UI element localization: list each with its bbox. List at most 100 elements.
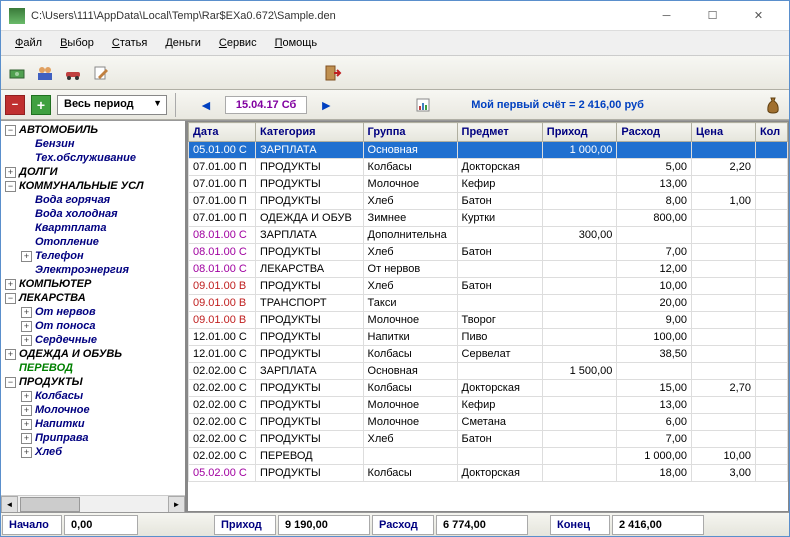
menu-деньги[interactable]: Деньги xyxy=(157,35,209,51)
tree-item[interactable]: +ОДЕЖДА И ОБУВЬ xyxy=(3,347,183,361)
table-row[interactable]: 09.01.00 ВПРОДУКТЫХлебБатон10,00 xyxy=(189,278,788,295)
cell-group: Основная xyxy=(363,363,457,380)
table-row[interactable]: 02.02.00 СЗАРПЛАТАОсновная1 500,00 xyxy=(189,363,788,380)
tree-item[interactable]: Вода горячая xyxy=(3,193,183,207)
table-row[interactable]: 09.01.00 ВПРОДУКТЫМолочноеТворог9,00 xyxy=(189,312,788,329)
table-row[interactable]: 02.02.00 СПРОДУКТЫМолочноеКефир13,00 xyxy=(189,397,788,414)
tree-expand-icon[interactable]: + xyxy=(21,307,32,318)
tree-expand-icon[interactable]: + xyxy=(21,321,32,332)
table-row[interactable]: 08.01.00 СПРОДУКТЫХлебБатон7,00 xyxy=(189,244,788,261)
table-row[interactable]: 09.01.00 ВТРАНСПОРТТакси20,00 xyxy=(189,295,788,312)
tree-expand-icon[interactable]: + xyxy=(21,447,32,458)
scroll-left-button[interactable]: ◄ xyxy=(1,496,18,513)
tree-expand-icon[interactable]: + xyxy=(21,433,32,444)
minimize-button[interactable]: ─ xyxy=(644,4,689,28)
column-header[interactable]: Расход xyxy=(617,123,692,142)
column-header[interactable]: Цена xyxy=(692,123,756,142)
tree-item[interactable]: +Колбасы xyxy=(3,389,183,403)
tree-expand-icon[interactable]: + xyxy=(5,349,16,360)
maximize-button[interactable]: ☐ xyxy=(690,4,735,28)
tree-item[interactable]: −АВТОМОБИЛЬ xyxy=(3,123,183,137)
menu-файл[interactable]: Файл xyxy=(7,35,50,51)
tree-item[interactable]: +Сердечные xyxy=(3,333,183,347)
transactions-grid[interactable]: ДатаКатегорияГруппаПредметПриходРасходЦе… xyxy=(187,121,789,512)
table-row[interactable]: 07.01.00 ПОДЕЖДА И ОБУВЗимнееКуртки800,0… xyxy=(189,210,788,227)
tree-item[interactable]: ПЕРЕВОД xyxy=(3,361,183,375)
cell-price xyxy=(692,346,756,363)
menu-выбор[interactable]: Выбор xyxy=(52,35,102,51)
tree-item[interactable]: Отопление xyxy=(3,235,183,249)
column-header[interactable]: Кол xyxy=(755,123,787,142)
column-header[interactable]: Предмет xyxy=(457,123,542,142)
tree-item[interactable]: Квартплата xyxy=(3,221,183,235)
tree-item[interactable]: +Молочное xyxy=(3,403,183,417)
tree-expand-icon[interactable]: + xyxy=(21,419,32,430)
next-date-button[interactable]: ► xyxy=(313,97,339,113)
money-icon[interactable] xyxy=(5,61,29,85)
add-button[interactable]: + xyxy=(31,95,51,115)
tree-expand-icon[interactable]: − xyxy=(5,181,16,192)
column-header[interactable]: Приход xyxy=(542,123,617,142)
column-header[interactable]: Дата xyxy=(189,123,256,142)
menu-сервис[interactable]: Сервис xyxy=(211,35,265,51)
tree-item[interactable]: Электроэнергия xyxy=(3,263,183,277)
sidebar-scrollbar[interactable]: ◄ ► xyxy=(1,495,185,512)
tree-item[interactable]: +От нервов xyxy=(3,305,183,319)
close-button[interactable]: ✕ xyxy=(736,4,781,28)
menu-статья[interactable]: Статья xyxy=(104,35,155,51)
table-row[interactable]: 08.01.00 СЗАРПЛАТАДополнительна300,00 xyxy=(189,227,788,244)
table-row[interactable]: 02.02.00 СПРОДУКТЫМолочноеСметана6,00 xyxy=(189,414,788,431)
exit-icon[interactable] xyxy=(321,61,345,85)
table-row[interactable]: 02.02.00 СПРОДУКТЫХлебБатон7,00 xyxy=(189,431,788,448)
tree-item[interactable]: Тех.обслуживание xyxy=(3,151,183,165)
table-row[interactable]: 02.02.00 СПРОДУКТЫКолбасыДокторская15,00… xyxy=(189,380,788,397)
period-select[interactable]: Весь период xyxy=(57,95,167,115)
people-icon[interactable] xyxy=(33,61,57,85)
report-icon[interactable] xyxy=(411,93,435,117)
table-row[interactable]: 12.01.00 СПРОДУКТЫНапиткиПиво100,00 xyxy=(189,329,788,346)
cell-income: 1 000,00 xyxy=(542,142,617,159)
table-row[interactable]: 05.02.00 СПРОДУКТЫКолбасыДокторская18,00… xyxy=(189,465,788,482)
tree-item[interactable]: Вода холодная xyxy=(3,207,183,221)
table-row[interactable]: 12.01.00 СПРОДУКТЫКолбасыСервелат38,50 xyxy=(189,346,788,363)
tree-item[interactable]: +От поноса xyxy=(3,319,183,333)
tree-item[interactable]: +Приправа xyxy=(3,431,183,445)
date-display[interactable]: 15.04.17 Сб xyxy=(225,96,307,114)
tree-item[interactable]: −КОММУНАЛЬНЫЕ УСЛ xyxy=(3,179,183,193)
tree-expand-icon[interactable]: + xyxy=(21,391,32,402)
table-row[interactable]: 02.02.00 СПЕРЕВОД1 000,0010,00 xyxy=(189,448,788,465)
tree-expand-icon[interactable]: − xyxy=(5,293,16,304)
column-header[interactable]: Категория xyxy=(255,123,363,142)
table-row[interactable]: 08.01.00 СЛЕКАРСТВАОт нервов12,00 xyxy=(189,261,788,278)
scroll-thumb[interactable] xyxy=(20,497,80,512)
tree-expand-icon[interactable]: − xyxy=(5,125,16,136)
car-icon[interactable] xyxy=(61,61,85,85)
scroll-right-button[interactable]: ► xyxy=(168,496,185,513)
tree-item[interactable]: +Хлеб xyxy=(3,445,183,459)
tree-item[interactable]: +Телефон xyxy=(3,249,183,263)
tree-item[interactable]: Бензин xyxy=(3,137,183,151)
tree-item[interactable]: −ПРОДУКТЫ xyxy=(3,375,183,389)
table-row[interactable]: 07.01.00 ППРОДУКТЫКолбасыДокторская5,002… xyxy=(189,159,788,176)
tree-item[interactable]: +ДОЛГИ xyxy=(3,165,183,179)
cell-group: Хлеб xyxy=(363,431,457,448)
prev-date-button[interactable]: ◄ xyxy=(193,97,219,113)
table-row[interactable]: 05.01.00 СЗАРПЛАТАОсновная1 000,00 xyxy=(189,142,788,159)
tree-expand-icon[interactable]: + xyxy=(5,279,16,290)
cell-qty xyxy=(755,448,787,465)
table-row[interactable]: 07.01.00 ППРОДУКТЫМолочноеКефир13,00 xyxy=(189,176,788,193)
tree-expand-icon[interactable]: + xyxy=(5,167,16,178)
tree-expand-icon[interactable]: + xyxy=(21,335,32,346)
remove-button[interactable]: − xyxy=(5,95,25,115)
table-row[interactable]: 07.01.00 ППРОДУКТЫХлебБатон8,001,00 xyxy=(189,193,788,210)
tree-expand-icon[interactable]: + xyxy=(21,405,32,416)
tree-expand-icon[interactable]: + xyxy=(21,251,32,262)
category-tree[interactable]: −АВТОМОБИЛЬБензинТех.обслуживание+ДОЛГИ−… xyxy=(1,121,185,495)
tree-expand-icon[interactable]: − xyxy=(5,377,16,388)
edit-icon[interactable] xyxy=(89,61,113,85)
tree-item[interactable]: +КОМПЬЮТЕР xyxy=(3,277,183,291)
tree-item[interactable]: −ЛЕКАРСТВА xyxy=(3,291,183,305)
column-header[interactable]: Группа xyxy=(363,123,457,142)
tree-item[interactable]: +Напитки xyxy=(3,417,183,431)
menu-помощь[interactable]: Помощь xyxy=(267,35,326,51)
